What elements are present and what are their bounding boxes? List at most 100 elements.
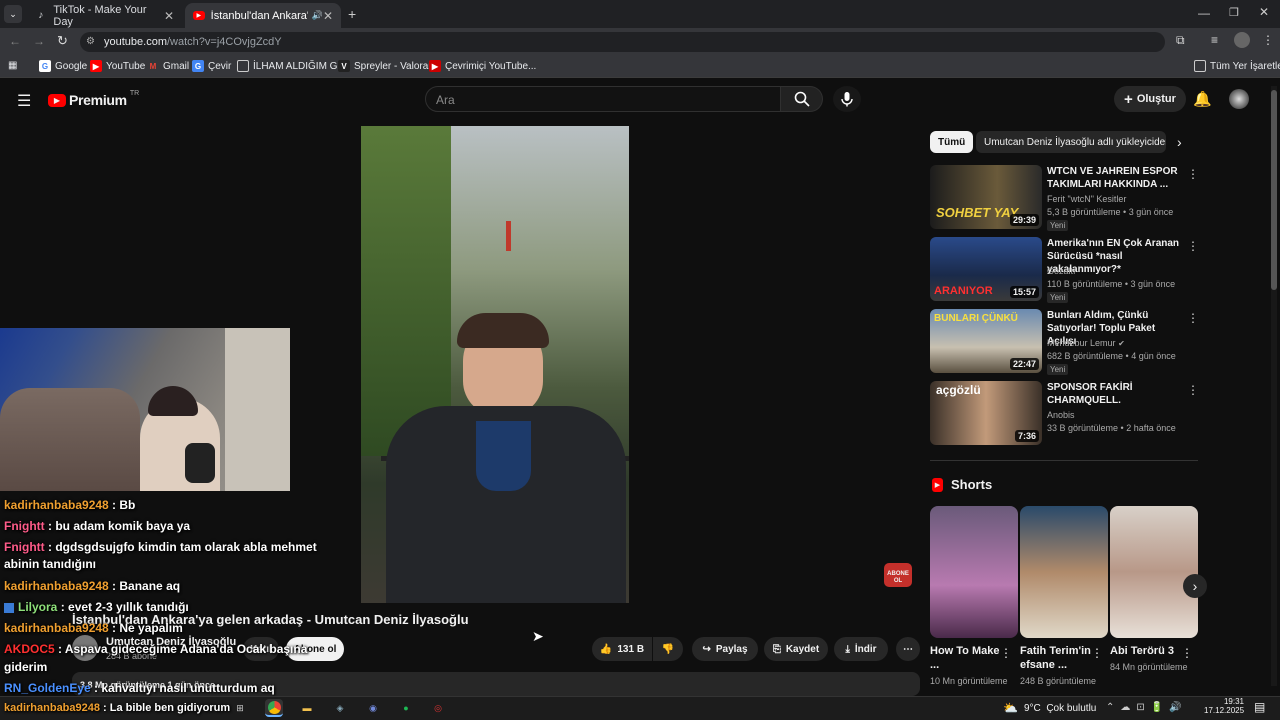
chip-all[interactable]: Tümü	[930, 131, 974, 153]
share-button[interactable]: ↪ Paylaş	[692, 637, 758, 661]
short-thumbnail[interactable]	[1110, 506, 1198, 638]
video-frame-flag	[506, 221, 511, 251]
reload-icon[interactable]: ↻	[57, 33, 68, 49]
short-title[interactable]: Fatih Terim'in efsane ...	[1020, 644, 1094, 672]
taskbar-app-icon[interactable]: ◎	[429, 699, 447, 717]
close-tab-icon[interactable]: ✕	[164, 9, 174, 23]
more-actions-button[interactable]: ⋯	[896, 637, 920, 661]
like-button[interactable]: 👍 131 B	[592, 637, 652, 661]
restore-window-button[interactable]: ❐	[1229, 6, 1239, 19]
hamburger-menu-icon[interactable]: ☰	[17, 91, 31, 111]
chrome-taskbar-icon[interactable]	[265, 699, 283, 717]
forward-icon[interactable]: →	[33, 34, 45, 48]
chat-username: kadirhanbaba9248	[4, 579, 109, 593]
bookmark-translate[interactable]: G Çevir	[192, 60, 231, 72]
dislike-button[interactable]: 👎	[653, 637, 683, 661]
tab-youtube-active[interactable]: ▶ İstanbul'dan Ankara'ya gele 🔊 ✕	[185, 3, 341, 28]
bookmark-folder[interactable]: İLHAM ALDIĞIM G...	[237, 60, 346, 72]
url-host: youtube.com	[104, 36, 167, 48]
close-tab-icon[interactable]: ✕	[323, 9, 333, 23]
bookmark-gmail[interactable]: M Gmail	[147, 60, 189, 72]
save-label: Kaydet	[785, 643, 820, 655]
more-options-icon[interactable]: ⋮	[1091, 646, 1103, 660]
shorts-next-button[interactable]: ›	[1183, 574, 1207, 598]
video-title[interactable]: SPONSOR FAKİRİ CHARMQUELL.	[1047, 381, 1187, 407]
video-title[interactable]: WTCN VE JAHREIN ESPOR TAKIMLARI HAKKINDA…	[1047, 165, 1187, 191]
profile-avatar[interactable]	[1234, 32, 1250, 48]
notifications-bell-icon[interactable]: 🔔	[1193, 90, 1212, 108]
subscribe-watermark[interactable]: ABONE OL	[884, 563, 912, 587]
bookmark-online-youtube[interactable]: ▶ Çevrimiçi YouTube...	[429, 60, 536, 72]
create-label: Oluştur	[1136, 93, 1176, 105]
recommendation-item[interactable]: açgözlü 7:36 SPONSOR FAKİRİ CHARMQUELL. …	[930, 381, 1200, 445]
bookmark-label: Çevrimiçi YouTube...	[445, 60, 537, 72]
search-button[interactable]	[781, 86, 823, 112]
account-avatar[interactable]	[1229, 89, 1249, 109]
task-view-icon[interactable]: ⊞	[231, 699, 249, 717]
chip-uploader[interactable]: Umutcan Deniz İlyasoğlu adlı yükleyicide…	[976, 131, 1166, 153]
video-thumbnail[interactable]: açgözlü 7:36	[930, 381, 1042, 445]
back-icon[interactable]: ←	[9, 34, 21, 48]
more-options-icon[interactable]: ⋮	[1000, 646, 1012, 660]
taskbar-app-icon[interactable]: ◈	[331, 699, 349, 717]
short-title[interactable]: How To Make ...	[930, 644, 1004, 672]
short-thumbnail[interactable]	[1020, 506, 1108, 638]
system-tray-icons[interactable]: ⌃☁⊡🔋🔊	[1106, 702, 1188, 713]
browser-menu-icon[interactable]: ⋮	[1262, 33, 1274, 47]
file-explorer-icon[interactable]: ▬	[298, 699, 316, 717]
bookmark-valorant[interactable]: V Spreyler - Valorant	[338, 60, 437, 72]
spotify-icon[interactable]: ●	[397, 699, 415, 717]
scrollbar-thumb[interactable]	[1271, 90, 1277, 290]
search-input[interactable]: Ara	[425, 86, 781, 112]
address-bar[interactable]: ⚙ youtube.com/watch?v=j4COvjgZcdY	[80, 32, 1165, 52]
notification-center-icon[interactable]: ▤	[1254, 700, 1265, 714]
recommendation-item[interactable]: SOHBET YAY 29:39 WTCN VE JAHREIN ESPOR T…	[930, 165, 1200, 231]
save-button[interactable]: ⎘ Kaydet	[764, 637, 828, 661]
weather-icon[interactable]: ⛅	[1003, 701, 1018, 715]
apps-grid-icon[interactable]: ▦	[8, 60, 17, 71]
new-tab-button[interactable]: +	[348, 6, 356, 22]
more-options-icon[interactable]: ⋮	[1187, 311, 1199, 325]
minimize-window-button[interactable]: —	[1198, 6, 1210, 20]
chevron-right-icon[interactable]: ›	[1177, 134, 1182, 150]
chat-text: : La bible ben gidiyorum	[100, 702, 231, 714]
tab-tiktok[interactable]: ♪ TikTok - Make Your Day ✕	[26, 3, 182, 28]
close-window-button[interactable]: ✕	[1259, 5, 1269, 19]
site-info-icon[interactable]: ⚙	[86, 36, 95, 47]
speaker-icon[interactable]: 🔊	[312, 10, 323, 21]
short-thumbnail[interactable]	[930, 506, 1018, 638]
extensions-icon[interactable]: ⧉	[1176, 33, 1185, 48]
video-thumbnail[interactable]: BUNLARI ÇÜNKÜ 22:47	[930, 309, 1042, 373]
clock[interactable]: 19:31 17.12.2025	[1204, 697, 1244, 715]
bookmark-label: Gmail	[163, 60, 190, 72]
video-thumbnail[interactable]: SOHBET YAY 29:39	[930, 165, 1042, 229]
page-scrollbar[interactable]	[1271, 86, 1277, 686]
voice-search-button[interactable]	[833, 86, 861, 112]
more-options-icon[interactable]: ⋮	[1187, 383, 1199, 397]
chat-username: AKDOC5	[4, 642, 55, 656]
bookmark-google[interactable]: G Google	[39, 60, 87, 72]
reading-list-icon[interactable]: ≡	[1211, 33, 1218, 47]
weather-text[interactable]: 9°C Çok bulutlu	[1024, 703, 1096, 714]
more-options-icon[interactable]: ⋮	[1187, 239, 1199, 253]
recommendation-item[interactable]: ARANIYOR 15:57 Amerika'nın EN Çok Aranan…	[930, 237, 1200, 303]
discord-icon[interactable]: ◉	[364, 699, 382, 717]
channel-name[interactable]: Ferit "wtcN" Kesitler	[1047, 194, 1126, 204]
channel-name[interactable]: Gözaltı	[1047, 266, 1076, 276]
create-button[interactable]: + Oluştur	[1114, 86, 1186, 112]
chat-text: : bu adam komik baya ya	[44, 519, 191, 533]
all-bookmarks[interactable]: Tüm Yer İşaretleri	[1194, 60, 1280, 72]
more-options-icon[interactable]: ⋮	[1187, 167, 1199, 181]
short-title[interactable]: Abi Terörü 3	[1110, 644, 1184, 658]
bookmark-youtube[interactable]: ▶ YouTube	[90, 60, 145, 72]
recommendation-item[interactable]: BUNLARI ÇÜNKÜ 22:47 Bunları Aldım, Çünkü…	[930, 309, 1200, 375]
more-options-icon[interactable]: ⋮	[1181, 646, 1193, 660]
video-thumbnail[interactable]: ARANIYOR 15:57	[930, 237, 1042, 301]
tab-search-button[interactable]: ⌄	[4, 5, 22, 23]
youtube-premium-logo[interactable]: ▶ Premium TR	[48, 90, 139, 108]
channel-name[interactable]: Anobis	[1047, 410, 1075, 420]
download-button[interactable]: ⤓ İndir	[834, 637, 888, 661]
channel-name[interactable]: Mendebur Lemur ✔	[1047, 338, 1125, 348]
video-player[interactable]	[361, 126, 629, 603]
chat-username: Fnightt	[4, 519, 45, 533]
